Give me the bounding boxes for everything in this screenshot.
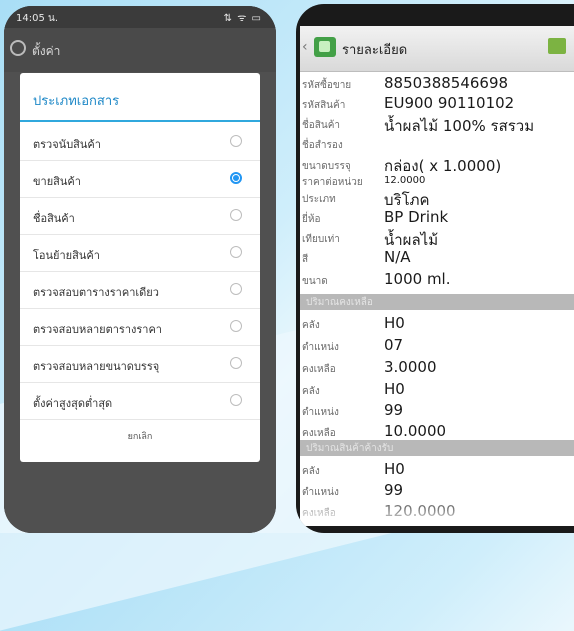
dialog-title: ประเภทเอกสาร [33,94,120,109]
field-value: น้ำผลไม้ 100% รสรวม [384,117,535,135]
field-label: สี [302,254,309,265]
field-value: 10.0000 [384,422,447,440]
field-value: EU900 90110102 [384,94,515,112]
option-multi-pack-size[interactable]: ตรวจสอบหลายขนาดบรรจุ [20,346,260,383]
field-label: ตำแหน่ง [302,487,339,498]
field-value: N/A [384,248,411,266]
option-multi-price-table[interactable]: ตรวจสอบหลายตารางราคา [20,309,260,346]
settings-screen: 14:05 น. ⇅ ᯤ ▭ ตั้งค่า ประเภทเอกสาร ตรวจ… [4,6,276,533]
field-label: ชื่อสินค้า [302,120,341,131]
status-icons: ⇅ ᯤ ▭ [223,13,262,24]
section-header-pending: ปริมาณสินค้าค้างรับ [300,440,574,456]
option-label: ตรวจสอบหลายตารางราคา [33,323,162,336]
field-value: 12.0000 [384,175,426,186]
field-label: คลัง [302,386,320,397]
status-bar: 14:05 น. ⇅ ᯤ ▭ [4,6,276,28]
radio-button[interactable] [230,209,242,221]
field-label: คงเหลือ [302,428,336,439]
radio-button[interactable] [230,283,242,295]
field-value: H0 [384,314,405,332]
radio-button[interactable] [230,357,242,369]
phone-settings: 14:05 น. ⇅ ᯤ ▭ ตั้งค่า ประเภทเอกสาร ตรวจ… [4,6,276,533]
field-label: ชื่อสำรอง [302,140,343,151]
field-value: 8850388546698 [384,74,509,92]
field-label: ขนาดบรรจุ [302,161,351,172]
scroll-fade [300,508,574,526]
section-title: ปริมาณคงเหลือ [306,297,373,308]
field-label: เทียบเท่า [302,234,340,245]
option-single-price-table[interactable]: ตรวจสอบตารางราคาเดียว [20,272,260,309]
field-value: 3.0000 [384,358,437,376]
field-value: 07 [384,336,404,354]
option-count-stock[interactable]: ตรวจนับสินค้า [20,124,260,161]
app-bar: ตั้งค่า [4,28,276,72]
field-value: BP Drink [384,208,449,226]
radio-button[interactable] [230,246,242,258]
option-label: ขายสินค้า [33,175,81,188]
field-label: ขนาด [302,276,328,287]
radio-button[interactable] [230,394,242,406]
export-icon[interactable] [548,38,566,54]
page-title: ตั้งค่า [32,44,61,58]
field-label: ราคาต่อหน่วย [302,177,363,188]
option-label: ตรวจสอบหลายขนาดบรรจุ [33,360,160,373]
field-value: 99 [384,481,404,499]
field-label: ยี่ห้อ [302,214,321,225]
radio-button[interactable] [230,320,242,332]
option-label: ตั้งค่าสูงสุดต่ำสุด [33,397,113,410]
option-transfer-goods[interactable]: โอนย้ายสินค้า [20,235,260,272]
option-product-name[interactable]: ชื่อสินค้า [20,198,260,235]
field-value: H0 [384,460,405,478]
field-label: คลัง [302,466,320,477]
radio-button-selected[interactable] [230,172,242,184]
option-min-max-setting[interactable]: ตั้งค่าสูงสุดต่ำสุด [20,383,260,420]
field-label: รหัสซื้อขาย [302,80,352,91]
field-value: H0 [384,380,405,398]
phone-details: ‹ รายละเอียด รหัสซื้อขาย 8850388546698 ร… [296,4,574,533]
field-label: ตำแหน่ง [302,342,339,353]
document-type-dialog: ประเภทเอกสาร ตรวจนับสินค้า ขายสินค้า ชื่… [20,73,260,462]
dialog-divider [20,120,260,122]
radio-button[interactable] [230,135,242,147]
section-title: ปริมาณสินค้าค้างรับ [306,443,394,454]
field-value: 99 [384,401,404,419]
option-label: ตรวจสอบตารางราคาเดียว [33,286,159,299]
details-screen: ‹ รายละเอียด รหัสซื้อขาย 8850388546698 ร… [300,26,574,526]
page-title: รายละเอียด [342,43,408,58]
app-logo-icon [314,37,336,57]
field-label: ประเภท [302,194,336,205]
section-header-stock: ปริมาณคงเหลือ [300,294,574,310]
details-app-bar: ‹ รายละเอียด [300,26,574,72]
back-chevron-icon[interactable]: ‹ [302,39,308,55]
gear-icon[interactable] [10,40,26,56]
field-label: ตำแหน่ง [302,407,339,418]
field-value: 1000 ml. [384,270,451,288]
status-time: 14:05 น. [16,13,59,24]
option-label: ชื่อสินค้า [33,212,75,225]
option-sell-goods[interactable]: ขายสินค้า [20,161,260,198]
field-label: คลัง [302,320,320,331]
cancel-button[interactable]: ยกเลิก [20,429,260,443]
field-label: คงเหลือ [302,364,336,375]
option-label: โอนย้ายสินค้า [33,249,100,262]
field-label: รหัสสินค้า [302,100,346,111]
option-label: ตรวจนับสินค้า [33,138,101,151]
